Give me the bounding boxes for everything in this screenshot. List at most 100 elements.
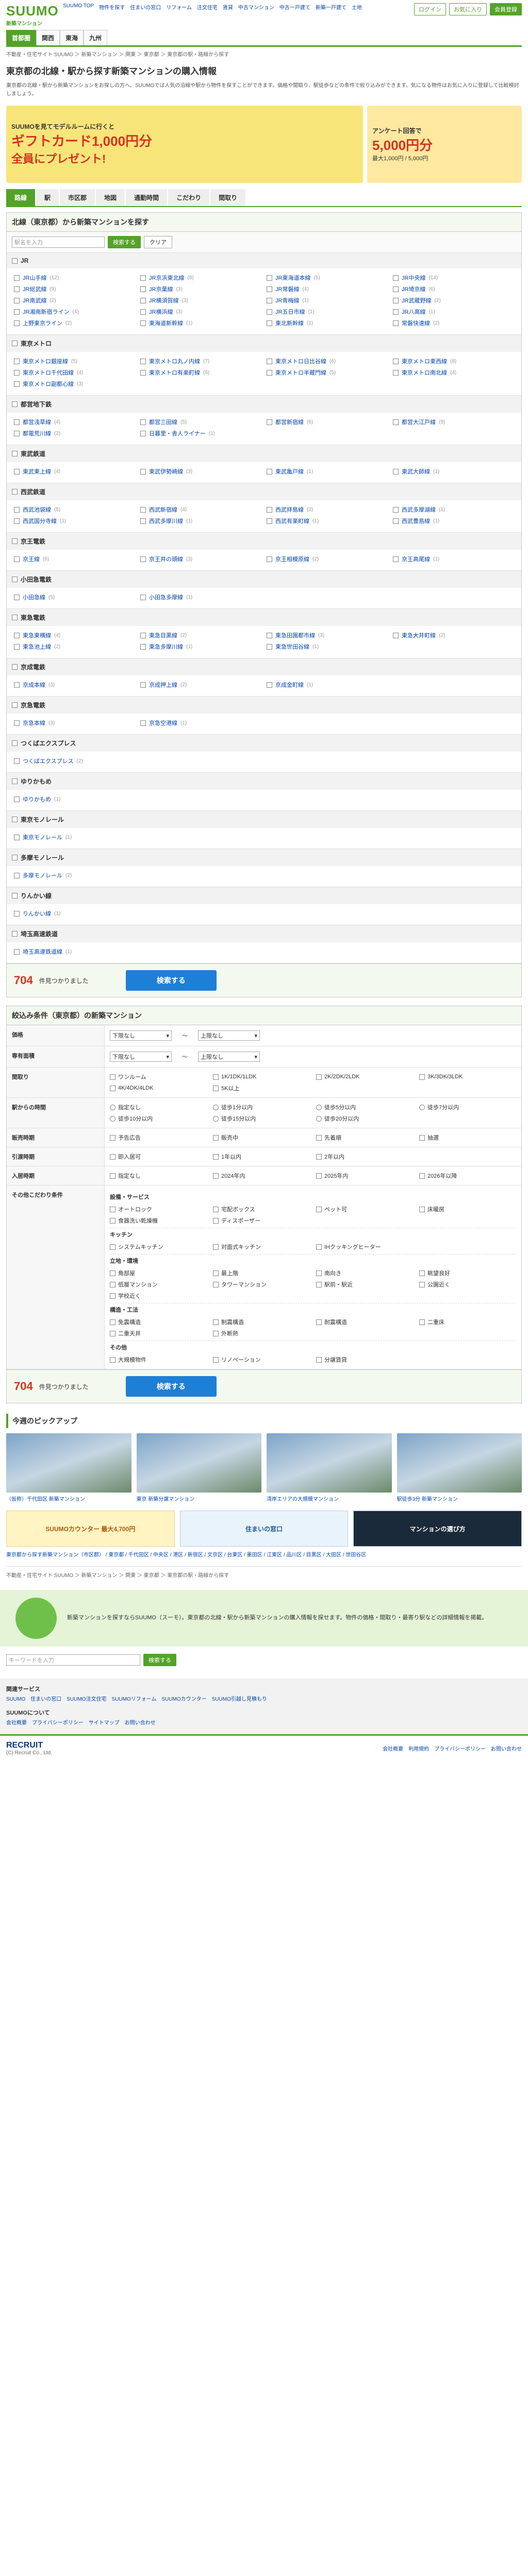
station-link[interactable]: ゆりかもめ [23, 795, 51, 803]
station-search-button[interactable]: 検索する [108, 236, 141, 248]
station-item[interactable]: 都営浅草線 (4) [14, 418, 135, 426]
checkbox-icon[interactable] [213, 1134, 219, 1141]
station-link[interactable]: 東急池上線 [23, 642, 51, 651]
station-clear-button[interactable]: クリア [144, 236, 172, 248]
checkbox-icon[interactable] [140, 286, 146, 292]
condition-option[interactable]: 2K/2DK/2LDK [316, 1074, 409, 1080]
special-option[interactable]: 耐震構造 [316, 1318, 409, 1326]
checkbox-icon[interactable] [110, 1206, 116, 1212]
checkbox-icon[interactable] [316, 1206, 322, 1212]
station-item[interactable]: 東京メトロ半蔵門線 (5) [267, 368, 388, 377]
checkbox-icon[interactable] [419, 1270, 425, 1276]
station-item[interactable]: 都営新宿線 (6) [267, 418, 388, 426]
checkbox-icon[interactable] [213, 1357, 219, 1363]
special-option[interactable]: 最上階 [213, 1269, 306, 1277]
topnav-link[interactable]: 注文住宅 [197, 3, 218, 11]
station-item[interactable]: 都電荒川線 (2) [14, 429, 135, 437]
station-link[interactable]: 京成本線 [23, 681, 45, 689]
station-link[interactable]: 東急目黒線 [149, 631, 177, 639]
station-link[interactable]: 京王高尾線 [402, 555, 430, 563]
footer-link[interactable]: SUUMO [6, 1697, 25, 1702]
checkbox-icon[interactable] [14, 556, 20, 562]
checkbox-icon[interactable] [110, 1330, 116, 1336]
station-item[interactable]: 京急本線 (3) [14, 719, 135, 727]
condition-option[interactable]: 2025年内 [316, 1172, 409, 1180]
condition-option[interactable]: 1K/1DK/1LDK [213, 1074, 306, 1080]
suumo-logo[interactable]: SUUMO 新築マンション [6, 3, 63, 27]
condition-option[interactable]: 徒歩7分以内 [419, 1103, 512, 1111]
survey-banner[interactable]: アンケート回答で 5,000円分 最大1,000円 / 5,000円 [367, 106, 522, 183]
login-button[interactable]: ログイン [414, 3, 446, 15]
condition-option[interactable]: 先着順 [316, 1133, 409, 1142]
bottom-link[interactable]: 会社概要 [383, 1744, 403, 1752]
station-item[interactable]: 埼玉高速鉄道線 (1) [14, 947, 135, 956]
station-link[interactable]: 常磐快速線 [402, 319, 430, 327]
station-link[interactable]: 東北新幹線 [275, 319, 304, 327]
search-submit-button-bottom[interactable]: 検索する [125, 1376, 217, 1397]
checkbox-icon[interactable] [393, 468, 399, 474]
station-item[interactable]: 京王線 (6) [14, 555, 135, 563]
footer-link[interactable]: 会社概要 [6, 1720, 27, 1726]
station-item[interactable]: JR横浜線 (3) [140, 308, 261, 316]
condition-option[interactable]: 3K/3DK/3LDK [419, 1074, 512, 1080]
station-link[interactable]: 京成押上線 [149, 681, 177, 689]
ad-banner[interactable]: SUUMOカウンター 最大4,700円 [6, 1511, 175, 1547]
condition-option[interactable]: 1年以内 [213, 1153, 306, 1161]
station-link[interactable]: JR武蔵野線 [402, 296, 431, 304]
station-search-input[interactable]: 駅名を入力 [12, 236, 105, 248]
line-group-header[interactable]: 東急電鉄 [7, 609, 521, 626]
topnav-link[interactable]: 中古マンション [238, 3, 274, 11]
checkbox-icon[interactable] [140, 556, 146, 562]
line-group-header[interactable]: つくばエクスプレス [7, 735, 521, 752]
checkbox-icon[interactable] [14, 948, 20, 955]
checkbox-icon[interactable] [110, 1074, 116, 1080]
station-item[interactable]: 西武多摩湖線 (1) [393, 505, 514, 514]
station-link[interactable]: 東武東上線 [23, 467, 51, 476]
checkbox-icon[interactable] [12, 931, 18, 937]
condition-option[interactable]: 徒歩20分以内 [316, 1114, 409, 1123]
station-item[interactable]: 西武有楽町線 (1) [267, 517, 388, 525]
checkbox-icon[interactable] [267, 297, 272, 303]
special-option[interactable]: 食器洗い乾燥機 [110, 1216, 203, 1225]
area-links[interactable]: 東京都から探す新築マンション（市区郡） / 東京都 / 千代田区 / 中央区 /… [6, 1547, 522, 1561]
line-group-header[interactable]: 埼玉高速鉄道 [7, 925, 521, 942]
checkbox-icon[interactable] [213, 1154, 219, 1160]
condition-option[interactable]: 徒歩15分以内 [213, 1114, 306, 1123]
station-link[interactable]: 東京メトロ南北線 [402, 368, 447, 377]
checkbox-icon[interactable] [14, 358, 20, 364]
pickup-image[interactable] [6, 1433, 131, 1493]
station-link[interactable]: 西武有楽町線 [275, 517, 309, 525]
checkbox-icon[interactable] [393, 320, 399, 326]
station-link[interactable]: 東京メトロ丸ノ内線 [149, 357, 200, 365]
station-link[interactable]: 京成金町線 [275, 681, 304, 689]
topnav-link[interactable]: 中古一戸建て [279, 3, 310, 11]
footer-link[interactable]: SUUMO引越し見積もり [212, 1697, 267, 1702]
station-link[interactable]: JR常磐線 [275, 285, 299, 293]
special-option[interactable]: 対面式キッチン [213, 1243, 306, 1251]
checkbox-icon[interactable] [110, 1244, 116, 1250]
pickup-caption[interactable]: 東京 新築分譲マンション [137, 1493, 262, 1502]
station-item[interactable]: 西武豊島線 (1) [393, 517, 514, 525]
station-item[interactable]: 東京メトロ丸ノ内線 (7) [140, 357, 261, 365]
condition-option[interactable]: 5K以上 [213, 1084, 306, 1092]
station-item[interactable]: 京王井の頭線 (3) [140, 555, 261, 563]
station-link[interactable]: 東急田園都市線 [275, 631, 315, 639]
special-option[interactable]: 宅配ボックス [213, 1205, 306, 1213]
checkbox-icon[interactable] [213, 1319, 219, 1325]
checkbox-icon[interactable] [213, 1074, 219, 1080]
station-item[interactable]: 東武伊勢崎線 (3) [140, 467, 261, 476]
special-option[interactable]: 眺望良好 [419, 1269, 512, 1277]
checkbox-icon[interactable] [393, 632, 399, 638]
checkbox-icon[interactable] [213, 1270, 219, 1276]
station-item[interactable]: 西武池袋線 (5) [14, 505, 135, 514]
station-item[interactable]: 常磐快速線 (2) [393, 319, 514, 327]
checkbox-icon[interactable] [393, 556, 399, 562]
station-link[interactable]: 東武亀戸線 [275, 467, 304, 476]
checkbox-icon[interactable] [14, 419, 20, 425]
station-item[interactable]: 東武東上線 (4) [14, 467, 135, 476]
checkbox-icon[interactable] [213, 1244, 219, 1250]
special-option[interactable]: システムキッチン [110, 1243, 203, 1251]
special-option[interactable]: ディスポーザー [213, 1216, 306, 1225]
register-button[interactable]: 会員登録 [490, 3, 522, 15]
checkbox-icon[interactable] [110, 1154, 116, 1160]
